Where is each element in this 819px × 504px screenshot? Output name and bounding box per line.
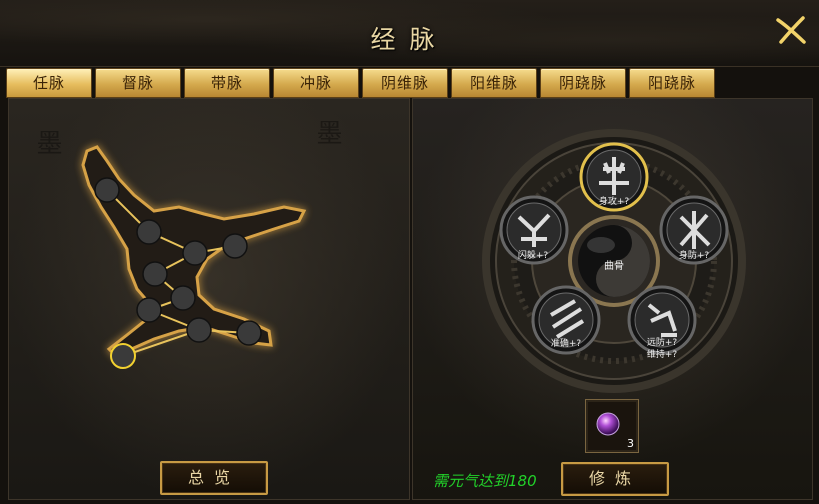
- acupoint-node[interactable]: [236, 320, 262, 346]
- close-button[interactable]: [773, 12, 809, 48]
- acupoint-node[interactable]: [142, 261, 168, 287]
- tab-du[interactable]: 督脉: [95, 68, 181, 98]
- acupoint-node[interactable]: [136, 297, 162, 323]
- item-count: 3: [627, 437, 634, 450]
- meridian-tabs: 任脉 督脉 带脉 冲脉 阴维脉 阳维脉 阴跷脉 阳跷脉: [6, 68, 718, 98]
- tab-yangqiao[interactable]: 阳跷脉: [629, 68, 715, 98]
- meridian-figure: [81, 145, 307, 369]
- skill-label-bottom-right-2: 维持+?: [646, 350, 678, 360]
- requirement-text: 需元气达到180: [433, 472, 537, 490]
- skill-label-left: 闪躲+?: [517, 251, 549, 261]
- tab-yinqiao[interactable]: 阴跷脉: [540, 68, 626, 98]
- meridian-figure-panel: 墨 墨 总览: [8, 98, 410, 500]
- title-bar: 经脉: [0, 0, 819, 67]
- skill-label-right: 身防+?: [678, 251, 710, 261]
- close-icon: [776, 16, 806, 44]
- acupoint-node[interactable]: [222, 233, 248, 259]
- meridian-window: 经脉 任脉 督脉 带脉 冲脉 阴维脉 阳维脉 阴跷脉 阳跷脉 墨 墨 总览 身攻…: [0, 0, 819, 504]
- acupoint-node[interactable]: [170, 285, 196, 311]
- center-acupoint-label: 曲骨: [604, 261, 624, 272]
- tab-dai[interactable]: 带脉: [184, 68, 270, 98]
- acupoint-node[interactable]: [94, 177, 120, 203]
- tab-yangwei[interactable]: 阳维脉: [451, 68, 537, 98]
- acupoint-node-selected[interactable]: [110, 343, 136, 369]
- skill-label-top: 身攻+?: [598, 197, 630, 207]
- item-slot[interactable]: 3: [585, 399, 639, 453]
- tab-ren[interactable]: 任脉: [6, 68, 92, 98]
- overview-button[interactable]: 总览: [160, 461, 268, 495]
- acupoint-node[interactable]: [136, 219, 162, 245]
- acupoint-node[interactable]: [182, 240, 208, 266]
- skill-label-bottom-left: 准确+?: [550, 339, 582, 349]
- acupoint-node[interactable]: [186, 317, 212, 343]
- window-title: 经脉: [370, 25, 449, 54]
- tab-yinwei[interactable]: 阴维脉: [362, 68, 448, 98]
- tab-chong[interactable]: 冲脉: [273, 68, 359, 98]
- cultivate-button[interactable]: 修炼: [561, 462, 669, 496]
